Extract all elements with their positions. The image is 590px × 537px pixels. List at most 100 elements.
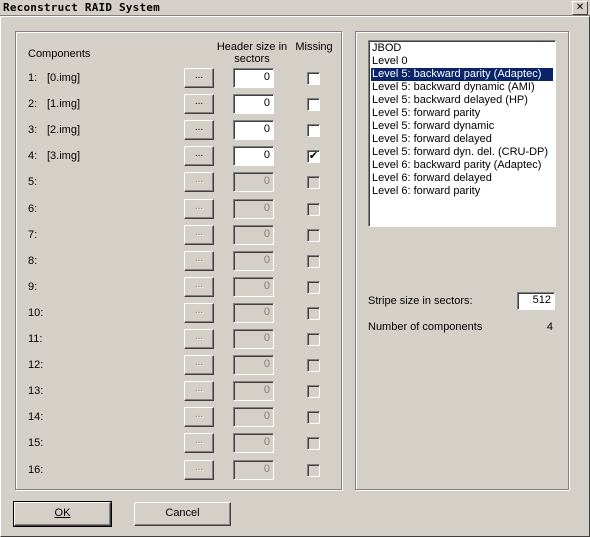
- browse-button[interactable]: ...: [184, 225, 214, 245]
- raid-type-item[interactable]: Level 6: forward delayed: [371, 172, 553, 185]
- component-name: [1.img]: [47, 98, 81, 110]
- raid-type-item[interactable]: Level 5: backward delayed (HP): [371, 94, 553, 107]
- raid-type-item[interactable]: Level 5: forward delayed: [371, 133, 553, 146]
- raid-type-item[interactable]: Level 0: [371, 55, 553, 68]
- header-size-input[interactable]: 0: [233, 277, 274, 297]
- missing-checkbox[interactable]: [307, 307, 320, 320]
- raid-type-item[interactable]: Level 5: forward dynamic: [371, 120, 553, 133]
- header-size-input[interactable]: 0: [233, 225, 274, 245]
- component-label: 12:: [28, 359, 47, 371]
- header-size-input[interactable]: 0: [233, 460, 274, 480]
- header-size-input[interactable]: 0: [233, 329, 274, 349]
- component-label: 16:: [28, 464, 47, 476]
- missing-checkbox[interactable]: [307, 98, 320, 111]
- header-size-header: Header size in sectors: [216, 41, 288, 65]
- browse-button[interactable]: ...: [184, 172, 214, 192]
- component-number: 5:: [28, 176, 38, 188]
- component-label: 15:: [28, 437, 47, 449]
- missing-checkbox[interactable]: [307, 333, 320, 346]
- num-components-value: 4: [546, 321, 553, 333]
- component-label: 4: [3.img]: [28, 150, 80, 162]
- component-name: [3.img]: [47, 150, 81, 162]
- missing-checkbox[interactable]: [307, 359, 320, 372]
- raid-type-list[interactable]: JBOD Level 0 Level 5: backward parity (Ada…: [368, 40, 556, 227]
- component-number: 8:: [28, 255, 38, 267]
- missing-checkbox[interactable]: [307, 281, 320, 294]
- component-number: 12:: [28, 359, 44, 371]
- header-size-input[interactable]: 0: [233, 199, 274, 219]
- missing-checkbox[interactable]: [307, 124, 320, 137]
- component-number: 14:: [28, 411, 44, 423]
- header-size-input[interactable]: 0: [233, 172, 274, 192]
- missing-checkbox[interactable]: [307, 255, 320, 268]
- raid-type-item[interactable]: JBOD: [371, 42, 553, 55]
- browse-button[interactable]: ...: [184, 433, 214, 453]
- component-label: 6:: [28, 203, 47, 215]
- component-number: 7:: [28, 229, 38, 241]
- browse-button[interactable]: ...: [184, 199, 214, 219]
- component-number: 16:: [28, 464, 44, 476]
- component-number: 15:: [28, 437, 44, 449]
- component-label: 1: [0.img]: [28, 72, 80, 84]
- raid-type-item[interactable]: Level 5: forward parity: [371, 107, 553, 120]
- browse-button[interactable]: ...: [184, 94, 214, 114]
- browse-button[interactable]: ...: [184, 329, 214, 349]
- missing-checkbox[interactable]: [307, 437, 320, 450]
- component-name: [2.img]: [47, 124, 81, 136]
- header-size-input[interactable]: 0: [233, 146, 274, 166]
- close-button[interactable]: ✕: [572, 1, 588, 15]
- component-label: 3: [2.img]: [28, 124, 80, 136]
- header-size-input[interactable]: 0: [233, 251, 274, 271]
- component-label: 11:: [28, 333, 47, 345]
- close-icon: ✕: [575, 2, 585, 13]
- header-size-input[interactable]: 0: [233, 433, 274, 453]
- missing-checkbox[interactable]: [307, 411, 320, 424]
- component-number: 11:: [28, 333, 43, 345]
- component-name: [0.img]: [47, 72, 81, 84]
- stripe-size-input[interactable]: 512: [517, 292, 555, 310]
- raid-type-item[interactable]: Level 5: backward dynamic (AMI): [371, 81, 553, 94]
- missing-checkbox[interactable]: ✔: [307, 150, 320, 163]
- header-size-input[interactable]: 0: [233, 355, 274, 375]
- component-number: 3:: [28, 124, 38, 136]
- missing-checkbox[interactable]: [307, 464, 320, 477]
- cancel-button[interactable]: Cancel: [134, 502, 231, 526]
- component-label: 5:: [28, 176, 47, 188]
- browse-button[interactable]: ...: [184, 146, 214, 166]
- header-size-input[interactable]: 0: [233, 303, 274, 323]
- components-header: Components: [28, 48, 91, 60]
- missing-header: Missing: [295, 41, 333, 53]
- component-number: 13:: [28, 385, 44, 397]
- header-size-input[interactable]: 0: [233, 407, 274, 427]
- browse-button[interactable]: ...: [184, 303, 214, 323]
- browse-button[interactable]: ...: [184, 277, 214, 297]
- raid-type-item[interactable]: Level 5: forward dyn. del. (CRU-DP): [371, 146, 553, 159]
- missing-checkbox[interactable]: [307, 203, 320, 216]
- browse-button[interactable]: ...: [184, 460, 214, 480]
- raid-type-item[interactable]: Level 5: backward parity (Adaptec): [371, 68, 553, 81]
- header-size-input[interactable]: 0: [233, 94, 274, 114]
- browse-button[interactable]: ...: [184, 120, 214, 140]
- browse-button[interactable]: ...: [184, 68, 214, 88]
- browse-button[interactable]: ...: [184, 381, 214, 401]
- ok-button[interactable]: OK: [13, 501, 112, 527]
- component-number: 10:: [28, 307, 44, 319]
- header-size-input[interactable]: 0: [233, 120, 274, 140]
- component-label: 8:: [28, 255, 47, 267]
- browse-button[interactable]: ...: [184, 355, 214, 375]
- missing-checkbox[interactable]: [307, 385, 320, 398]
- header-size-input[interactable]: 0: [233, 68, 274, 88]
- raid-type-item[interactable]: Level 6: backward parity (Adaptec): [371, 159, 553, 172]
- missing-checkbox[interactable]: [307, 229, 320, 242]
- header-size-input[interactable]: 0: [233, 381, 274, 401]
- component-label: 7:: [28, 229, 47, 241]
- missing-checkbox[interactable]: [307, 176, 320, 189]
- browse-button[interactable]: ...: [184, 251, 214, 271]
- title-bar: Reconstruct RAID System ✕: [0, 0, 590, 16]
- browse-button[interactable]: ...: [184, 407, 214, 427]
- check-icon: ✔: [308, 150, 319, 162]
- component-label: 14:: [28, 411, 47, 423]
- missing-checkbox[interactable]: [307, 72, 320, 85]
- raid-type-item[interactable]: Level 6: forward parity: [371, 185, 553, 198]
- component-label: 13:: [28, 385, 47, 397]
